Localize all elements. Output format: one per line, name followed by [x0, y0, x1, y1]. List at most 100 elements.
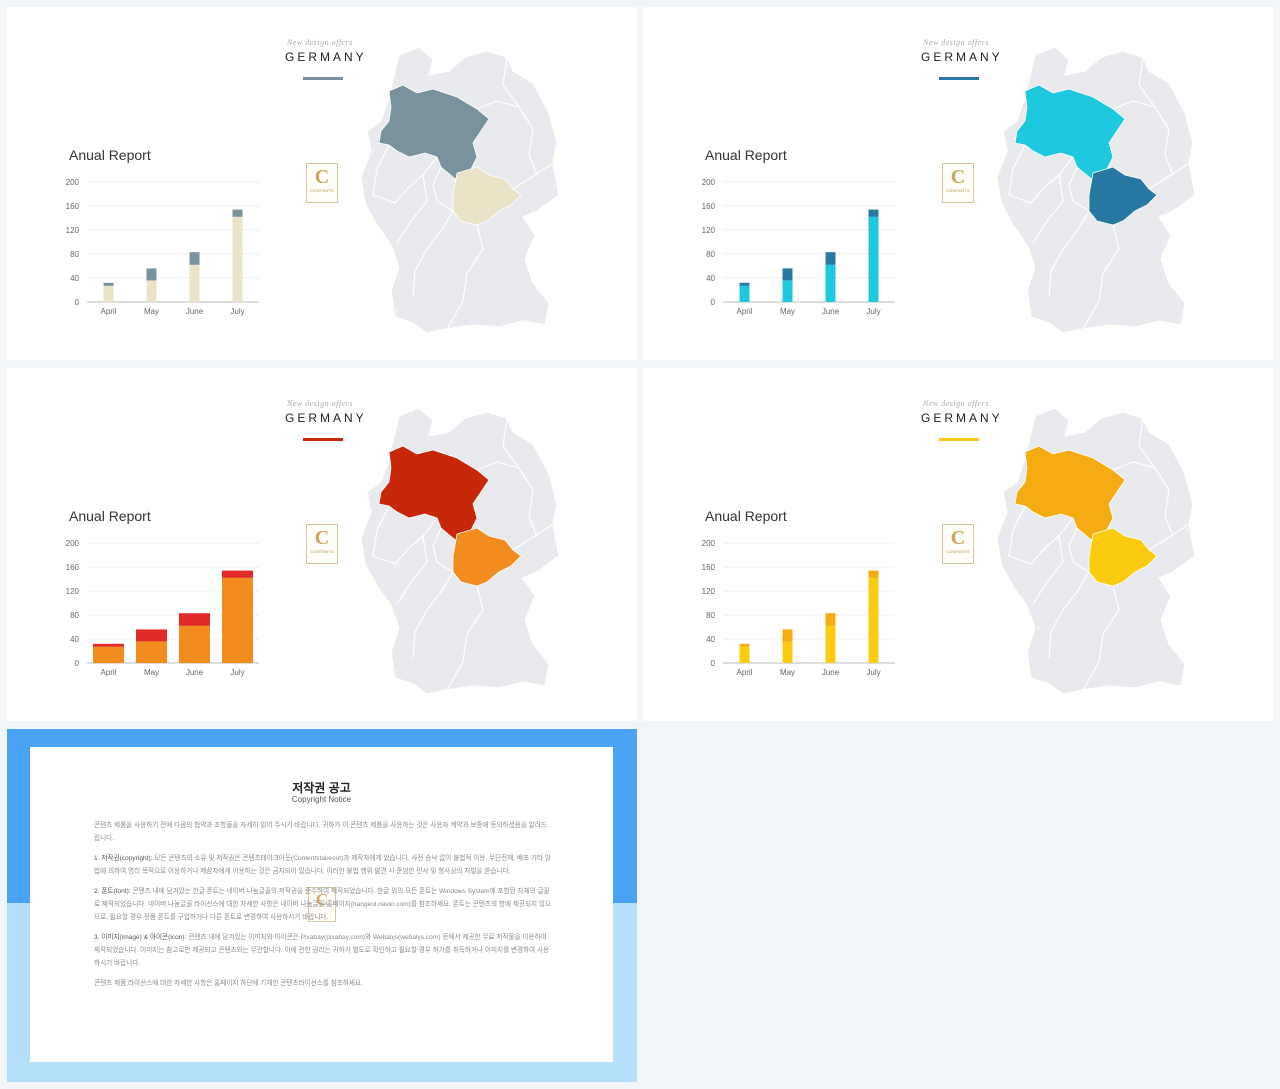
x-tick-label: June — [186, 307, 204, 316]
y-tick-label: 80 — [70, 611, 79, 620]
notice-copyright-text: 모든 콘텐츠의 소유 및 저작권은 콘텐츠테이크아웃(Contentstakeo… — [94, 855, 551, 875]
notice-title: 저작권 공고 — [292, 781, 351, 795]
x-tick-label: July — [866, 307, 880, 316]
x-tick-label: April — [100, 307, 116, 316]
notice-image-head: 3. 이미지(image) & 아이콘(icon): — [94, 934, 187, 941]
bar-lower — [232, 216, 243, 302]
bar-upper — [825, 252, 836, 265]
bar-lower — [136, 641, 167, 663]
notice-copyright-head: 1. 저작권(copyright): — [94, 855, 153, 862]
notice-font-head: 2. 폰트(font): — [94, 888, 131, 895]
bar-upper — [739, 282, 750, 286]
y-tick-label: 200 — [702, 178, 716, 187]
logo-letter: C — [950, 166, 966, 188]
y-tick-label: 200 — [66, 178, 80, 187]
germany-map — [996, 407, 1196, 695]
x-tick-label: April — [100, 668, 116, 677]
notice-body: 콘텐츠 제품을 사용하기 전에 다음의 협약과 조항들을 자세히 읽어 주시기 … — [94, 819, 552, 997]
notice-subtitle: Copyright Notice — [291, 795, 352, 804]
x-tick-label: June — [822, 307, 840, 316]
y-tick-label: 160 — [66, 563, 80, 572]
bar-upper — [868, 570, 879, 578]
contents-logo: C CONTENTS — [306, 524, 338, 564]
x-tick-label: May — [144, 668, 159, 677]
x-tick-label: May — [780, 307, 795, 316]
x-tick-label: April — [736, 668, 752, 677]
contents-logo: C CONTENTS — [306, 163, 338, 203]
logo-text: CONTENTS — [946, 549, 970, 554]
logo-text: CONTENTS — [310, 188, 334, 193]
chart-title: Anual Report — [705, 508, 787, 524]
slide-3: New design offers GERMANY C CONTENTS Anual R… — [7, 368, 637, 721]
germany-map — [360, 407, 560, 695]
bar-lower — [782, 641, 793, 663]
slide-1: New design offers GERMANY C CONTENTS Anual R… — [7, 7, 637, 360]
germany-map — [360, 46, 560, 334]
y-tick-label: 40 — [706, 274, 715, 283]
notice-closing: 콘텐츠 제품 라이선스에 대한 자세한 사항은 홈페이지 하단에 기재한 콘텐츠… — [94, 980, 363, 987]
bar-upper — [103, 282, 114, 286]
x-tick-label: May — [144, 307, 159, 316]
logo-letter: C — [950, 527, 966, 549]
y-tick-label: 200 — [66, 539, 80, 548]
x-tick-label: May — [780, 668, 795, 677]
bar-lower — [222, 577, 253, 663]
bar-lower — [782, 280, 793, 302]
logo-letter: C — [314, 527, 330, 549]
notice-intro: 콘텐츠 제품을 사용하기 전에 다음의 협약과 조항들을 자세히 읽어 주시기 … — [94, 822, 547, 842]
slide-2: New design offers GERMANY C CONTENTS Anual R… — [643, 7, 1273, 360]
notice-copyright: 1. 저작권(copyright): 모든 콘텐츠의 소유 및 저작권은 콘텐츠… — [94, 852, 552, 878]
y-tick-label: 160 — [66, 202, 80, 211]
bar-upper — [189, 252, 200, 265]
bar-lower — [93, 646, 124, 663]
logo-text: CONTENTS — [946, 188, 970, 193]
y-tick-label: 40 — [70, 635, 79, 644]
bar-upper — [868, 209, 879, 217]
y-tick-label: 120 — [702, 587, 716, 596]
chart-title: Anual Report — [69, 508, 151, 524]
bar-upper — [146, 268, 157, 281]
bar-lower — [868, 577, 879, 663]
bar-upper — [739, 643, 750, 647]
notice-card: 저작권 공고 Copyright Notice C 콘텐츠 제품을 사용하기 전… — [30, 747, 613, 1062]
y-tick-label: 80 — [706, 611, 715, 620]
bar-upper — [136, 629, 167, 642]
bar-chart: 0 40 80 120 160 200 April May June July — [66, 539, 259, 677]
contents-logo: C CONTENTS — [942, 524, 974, 564]
copyright-slide: 저작권 공고 Copyright Notice C 콘텐츠 제품을 사용하기 전… — [7, 729, 637, 1082]
bar-lower — [179, 625, 210, 663]
y-tick-label: 40 — [70, 274, 79, 283]
y-tick-label: 120 — [66, 226, 80, 235]
logo-letter: C — [314, 166, 330, 188]
bar-chart: 0 40 80 120 160 200 April May June July — [702, 539, 895, 677]
y-tick-label: 160 — [702, 563, 716, 572]
notice-font-text: 콘텐츠 내에 담겨있는 한글 폰트는 네이버 나눔글꼴의 저작권을 준수하여 제… — [94, 888, 552, 921]
x-tick-label: July — [230, 668, 244, 677]
y-tick-label: 200 — [702, 539, 716, 548]
germany-map — [996, 46, 1196, 334]
bar-upper — [222, 570, 253, 578]
y-tick-label: 80 — [70, 250, 79, 259]
bar-lower — [739, 285, 750, 302]
slide-4: New design offers GERMANY C CONTENTS Anual R… — [643, 368, 1273, 721]
y-tick-label: 0 — [75, 659, 80, 668]
bar-lower — [103, 285, 114, 302]
x-tick-label: June — [822, 668, 840, 677]
bar-lower — [868, 216, 879, 302]
bar-chart: 0 40 80 120 160 200 April May June July — [66, 178, 259, 316]
y-tick-label: 0 — [711, 659, 716, 668]
notice-font: 2. 폰트(font): 콘텐츠 내에 담겨있는 한글 폰트는 네이버 나눔글꼴… — [94, 885, 552, 924]
contents-logo: C CONTENTS — [942, 163, 974, 203]
bar-lower — [146, 280, 157, 302]
bar-lower — [825, 264, 836, 302]
y-tick-label: 160 — [702, 202, 716, 211]
bar-upper — [825, 613, 836, 626]
bar-lower — [739, 646, 750, 663]
bar-upper — [782, 629, 793, 642]
logo-text: CONTENTS — [310, 549, 334, 554]
x-tick-label: April — [736, 307, 752, 316]
bar-upper — [782, 268, 793, 281]
y-tick-label: 120 — [702, 226, 716, 235]
y-tick-label: 80 — [706, 250, 715, 259]
bar-upper — [232, 209, 243, 217]
